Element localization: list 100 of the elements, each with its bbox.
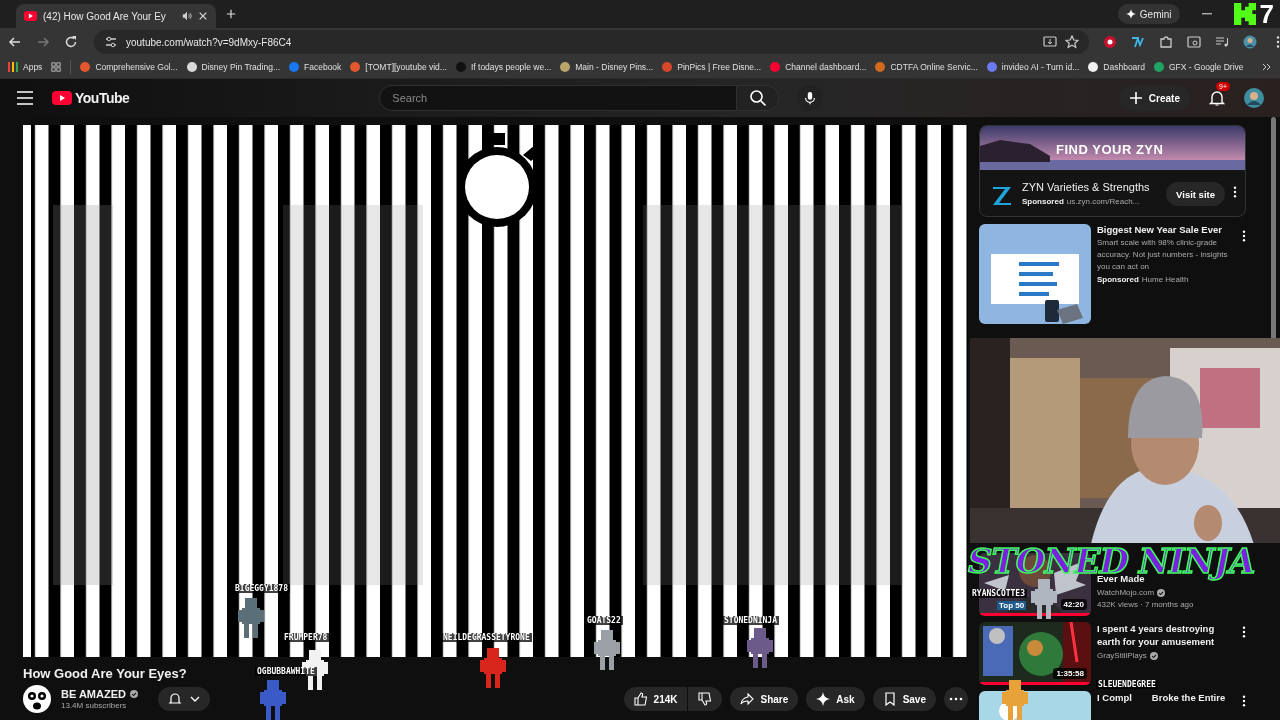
bookmark[interactable]: Channel dashboard...: [770, 62, 867, 72]
ad-title[interactable]: ZYN Varieties & Strengths: [1022, 180, 1159, 195]
video-title[interactable]: Broke the Entire: [1151, 691, 1226, 704]
search-field[interactable]: Search: [379, 85, 738, 111]
ad-source: Hume Health: [1141, 275, 1189, 284]
search-tab-icon[interactable]: [1187, 35, 1201, 49]
speaker-icon[interactable]: [182, 11, 192, 21]
ad-card[interactable]: FIND YOUR ZYN ZYN Varieties & Strengths Sponsored us.zyn.com/Reach... Visit site: [979, 125, 1246, 217]
chevron-icon: [190, 694, 200, 704]
sparkle-icon: [816, 692, 831, 706]
video-title[interactable]: I Compl: [1097, 691, 1132, 704]
video-duration: 1:35:58: [1053, 668, 1087, 679]
channel-name[interactable]: BE AMAZED: [61, 688, 126, 700]
bookmark[interactable]: [TOMT][youtube vid...: [350, 62, 447, 72]
avatar-icon[interactable]: [1243, 35, 1257, 49]
minimize-icon[interactable]: [1201, 13, 1212, 15]
character-drawing: [258, 680, 288, 720]
grid-icon[interactable]: [51, 62, 62, 72]
bookmark[interactable]: Main - Disney Pins...: [560, 62, 654, 72]
character-drawing: [592, 630, 622, 670]
apps-bookmark[interactable]: Apps: [8, 62, 43, 72]
youtube-logo-icon[interactable]: [52, 91, 72, 105]
channel-avatar[interactable]: [23, 685, 51, 713]
extension-icon[interactable]: [1103, 35, 1117, 49]
search-button[interactable]: [737, 85, 780, 111]
tune-icon[interactable]: [104, 35, 118, 49]
apps-icon: [8, 62, 18, 72]
video-duration: 42:20: [1060, 599, 1087, 610]
bell-icon[interactable]: [1208, 89, 1226, 107]
more-icon[interactable]: [1242, 230, 1246, 242]
sponsored-label: Sponsored: [1097, 275, 1139, 284]
bookmark[interactable]: If todays people we...: [455, 62, 552, 72]
gemini-button[interactable]: Gemini: [1117, 4, 1180, 24]
dislike-button[interactable]: [688, 687, 723, 711]
menu-icon[interactable]: [16, 89, 34, 107]
bookmark[interactable]: PinPics | Free Disne...: [662, 62, 762, 72]
favicon-icon: [662, 62, 673, 72]
browser-tab[interactable]: (42) How Good Are Your Ey: [16, 4, 216, 28]
bookmark[interactable]: GFX - Google Drive: [1153, 62, 1244, 72]
more-icon[interactable]: [1242, 695, 1246, 707]
close-icon[interactable]: [198, 11, 208, 21]
media-icon[interactable]: [1215, 35, 1229, 49]
bookmark[interactable]: Facebook: [289, 62, 342, 72]
star-icon[interactable]: [1065, 35, 1079, 49]
url-text: youtube.com/watch?v=9dMxy-F86C4: [126, 36, 292, 48]
ad-description: Smart scale with 98% clinic-grade accuracy. Not just numbers - insights you can act on: [1097, 237, 1229, 273]
bell-icon: [168, 692, 182, 706]
favicon-icon: [350, 62, 361, 72]
avatar-icon[interactable]: [1244, 88, 1264, 108]
notification-button[interactable]: [158, 687, 210, 711]
create-button[interactable]: Create: [1118, 85, 1190, 111]
character-drawing: [1029, 579, 1059, 619]
back-icon[interactable]: [8, 35, 22, 49]
forward-icon[interactable]: [36, 35, 50, 49]
banner-headline: FIND YOUR ZYN: [1056, 142, 1164, 157]
logo-text[interactable]: YouTube: [75, 90, 130, 106]
badge-number: 7: [1259, 1, 1274, 27]
ad-title[interactable]: Biggest New Year Sale Ever: [1097, 224, 1236, 235]
favicon-icon: [1088, 62, 1099, 72]
more-icon[interactable]: [1233, 186, 1237, 198]
logo-icon: [990, 184, 1014, 208]
address-bar[interactable]: youtube.com/watch?v=9dMxy-F86C4: [94, 30, 1089, 54]
bookmark[interactable]: Comprehensive Gol...: [80, 62, 178, 72]
plus-icon: [1128, 91, 1143, 105]
bookmark-icon: [882, 692, 897, 706]
install-icon[interactable]: [1043, 35, 1057, 49]
rank-badge: Top 50: [997, 601, 1027, 610]
reload-icon[interactable]: [64, 35, 78, 49]
visit-site-button[interactable]: Visit site: [1166, 182, 1225, 206]
more-icon[interactable]: [1242, 626, 1246, 638]
favicon-icon: [986, 62, 997, 72]
viewer-name: BIGEGGY1878: [233, 584, 290, 593]
bookmark[interactable]: invideo AI - Turn id...: [986, 62, 1080, 72]
verified-icon: [130, 690, 138, 698]
channel-name[interactable]: WatchMojo.com: [1097, 588, 1155, 597]
sparkle-icon: [1125, 9, 1136, 19]
bookmark[interactable]: Disney Pin Trading...: [186, 62, 280, 72]
verified-icon: [1157, 588, 1166, 597]
favicon-icon: [770, 62, 781, 72]
bookmark[interactable]: Dashboard: [1088, 62, 1145, 72]
chevron-icon[interactable]: [1262, 62, 1272, 72]
like-button[interactable]: 214K: [623, 687, 688, 711]
channel-name[interactable]: GrayStillPlays: [1097, 651, 1147, 660]
bookmark[interactable]: CDTFA Online Servic...: [875, 62, 978, 72]
plus-icon[interactable]: [226, 9, 236, 19]
share-button[interactable]: Share: [730, 687, 799, 711]
favicon-icon: [875, 62, 886, 72]
video-title[interactable]: I spent 4 years destroying earth for your amusement: [1097, 622, 1236, 648]
extension-icon[interactable]: [1131, 35, 1145, 49]
favicon-icon: [186, 62, 197, 72]
search-icon: [748, 89, 767, 107]
video-title: How Good Are Your Eyes?: [23, 666, 187, 681]
more-button[interactable]: [944, 687, 968, 711]
microphone-button[interactable]: [797, 85, 824, 111]
puzzle-icon[interactable]: [1159, 35, 1173, 49]
logo-icon: [1233, 1, 1256, 27]
ask-button[interactable]: Ask: [806, 687, 865, 711]
save-button[interactable]: Save: [872, 687, 936, 711]
favicon-icon: [560, 62, 571, 72]
play-icon: [24, 11, 37, 21]
